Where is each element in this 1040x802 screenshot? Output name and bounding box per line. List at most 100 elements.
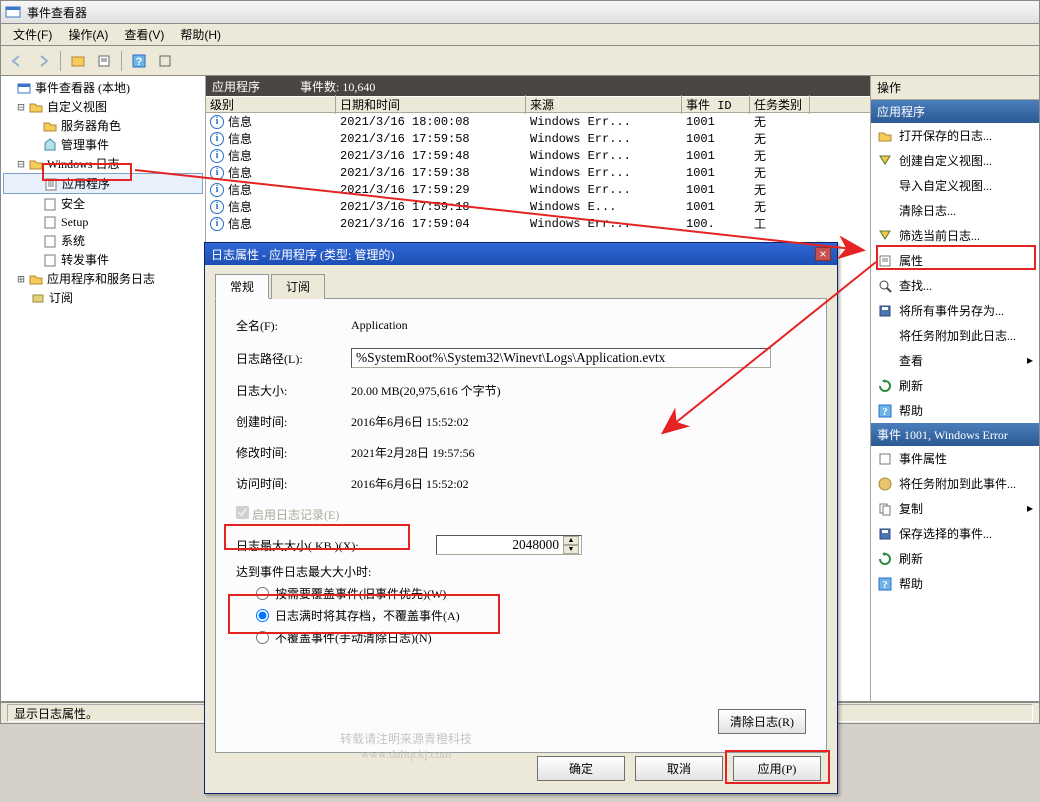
action-view[interactable]: 查看▸ xyxy=(871,348,1039,373)
table-row[interactable]: i信息2021/3/16 17:59:04Windows Err...100.工 xyxy=(206,215,870,232)
max-size-input[interactable]: ▲▼ xyxy=(436,535,582,555)
table-row[interactable]: i信息2021/3/16 17:59:29Windows Err...1001无 xyxy=(206,181,870,198)
max-size-label: 日志最大大小( KB )(X): xyxy=(236,537,436,554)
max-size-field[interactable] xyxy=(437,537,563,553)
action-create-custom[interactable]: 创建自定义视图... xyxy=(871,148,1039,173)
table-row[interactable]: i信息2021/3/16 17:59:38Windows Err...1001无 xyxy=(206,164,870,181)
full-name-label: 全名(F): xyxy=(236,317,351,334)
action-properties[interactable]: 属性 xyxy=(871,248,1039,273)
window-title: 事件查看器 xyxy=(27,4,87,21)
tree-label: 事件查看器 (本地) xyxy=(35,79,130,96)
menu-file[interactable]: 文件(F) xyxy=(5,24,60,45)
actions-section-event: 事件 1001, Windows Error xyxy=(871,423,1039,446)
tree-setup[interactable]: Setup xyxy=(3,213,203,231)
tree-label: 转发事件 xyxy=(61,251,109,268)
tab-subscribe[interactable]: 订阅 xyxy=(271,274,325,299)
accessed-label: 访问时间: xyxy=(236,475,351,492)
table-row[interactable]: i信息2021/3/16 18:00:08Windows Err...1001无 xyxy=(206,113,870,130)
cancel-button[interactable]: 取消 xyxy=(635,756,723,781)
when-max-label: 达到事件日志最大大小时: xyxy=(236,563,806,580)
action-save-selected[interactable]: 保存选择的事件... xyxy=(871,521,1039,546)
tree-system[interactable]: 系统 xyxy=(3,231,203,250)
table-row[interactable]: i信息2021/3/16 17:59:58Windows Err...1001无 xyxy=(206,130,870,147)
dialog-titlebar[interactable]: 日志属性 - 应用程序 (类型: 管理的) × xyxy=(205,243,837,265)
table-row[interactable]: i信息2021/3/16 17:59:48Windows Err...1001无 xyxy=(206,147,870,164)
col-event-id[interactable]: 事件 ID xyxy=(682,95,750,114)
action-copy[interactable]: 复制▸ xyxy=(871,496,1039,521)
action-find[interactable]: 查找... xyxy=(871,273,1039,298)
table-row[interactable]: i信息2021/3/16 17:59:18Windows E...1001无 xyxy=(206,198,870,215)
tree-security[interactable]: 安全 xyxy=(3,194,203,213)
app-icon xyxy=(5,4,21,20)
actions-panel: 操作 应用程序 打开保存的日志... 创建自定义视图... 导入自定义视图...… xyxy=(871,76,1039,701)
menu-help[interactable]: 帮助(H) xyxy=(172,24,229,45)
action-refresh2[interactable]: 刷新 xyxy=(871,546,1039,571)
titlebar: 事件查看器 xyxy=(0,0,1040,24)
col-datetime[interactable]: 日期和时间 xyxy=(336,95,526,114)
menu-view[interactable]: 查看(V) xyxy=(116,24,172,45)
tree-panel[interactable]: 事件查看器 (本地) ⊟自定义视图 服务器角色 管理事件 ⊟Windows 日志… xyxy=(1,76,206,701)
back-button[interactable] xyxy=(5,49,29,73)
menubar: 文件(F) 操作(A) 查看(V) 帮助(H) xyxy=(0,24,1040,46)
log-path-label: 日志路径(L): xyxy=(236,350,351,367)
tree-app-service-logs[interactable]: ⊞应用程序和服务日志 xyxy=(3,269,203,288)
action-save-all[interactable]: 将所有事件另存为... xyxy=(871,298,1039,323)
action-attach-task[interactable]: 将任务附加到此日志... xyxy=(871,323,1039,348)
tree-admin-events[interactable]: 管理事件 xyxy=(3,135,203,154)
radio-overwrite[interactable]: 按需要覆盖事件(旧事件优先)(W) xyxy=(256,585,806,602)
toolbar-btn-1[interactable] xyxy=(66,49,90,73)
tree-custom-views[interactable]: ⊟自定义视图 xyxy=(3,97,203,116)
spin-up-icon[interactable]: ▲ xyxy=(563,536,579,545)
help-button[interactable]: ? xyxy=(127,49,151,73)
log-path-input[interactable] xyxy=(351,348,771,368)
col-level[interactable]: 级别 xyxy=(206,95,336,114)
created-value: 2016年6月6日 15:52:02 xyxy=(351,413,469,430)
forward-button[interactable] xyxy=(31,49,55,73)
apply-button[interactable]: 应用(P) xyxy=(733,756,821,781)
grid-rows[interactable]: i信息2021/3/16 18:00:08Windows Err...1001无… xyxy=(206,113,870,232)
tree-forwarded[interactable]: 转发事件 xyxy=(3,250,203,269)
action-help2[interactable]: ?帮助 xyxy=(871,571,1039,596)
tree-subscriptions[interactable]: 订阅 xyxy=(3,288,203,307)
grid-header[interactable]: 级别 日期和时间 来源 事件 ID 任务类别 xyxy=(206,96,870,113)
enable-logging-label: 启用日志记录(E) xyxy=(252,508,339,522)
radio-archive[interactable]: 日志满时将其存档，不覆盖事件(A) xyxy=(256,607,806,624)
col-category[interactable]: 任务类别 xyxy=(750,95,810,114)
log-size-value: 20.00 MB(20,975,616 个字节) xyxy=(351,382,501,399)
action-import-custom[interactable]: 导入自定义视图... xyxy=(871,173,1039,198)
action-event-props[interactable]: 事件属性 xyxy=(871,446,1039,471)
tree-label: 应用程序和服务日志 xyxy=(47,270,155,287)
radio-no-overwrite[interactable]: 不覆盖事件(手动清除日志)(N) xyxy=(256,629,806,646)
ok-button[interactable]: 确定 xyxy=(537,756,625,781)
tree-windows-logs[interactable]: ⊟Windows 日志 xyxy=(3,154,203,173)
tree-label: 服务器角色 xyxy=(61,117,121,134)
clear-log-button[interactable]: 清除日志(R) xyxy=(718,709,806,734)
toolbar-separator xyxy=(121,51,122,71)
action-refresh[interactable]: 刷新 xyxy=(871,373,1039,398)
action-help[interactable]: ?帮助 xyxy=(871,398,1039,423)
toolbar: ? xyxy=(0,46,1040,76)
svg-text:?: ? xyxy=(882,579,888,591)
tree-label: 系统 xyxy=(61,232,85,249)
col-source[interactable]: 来源 xyxy=(526,95,682,114)
toolbar-btn-4[interactable] xyxy=(153,49,177,73)
tree-label: Setup xyxy=(61,215,88,230)
tree-server-roles[interactable]: 服务器角色 xyxy=(3,116,203,135)
watermark: 转载请注明来源青橙科技 www.daliqckj.com xyxy=(340,730,472,762)
svg-text:?: ? xyxy=(136,56,143,68)
dialog-tabs: 常规 订阅 xyxy=(215,273,827,299)
full-name-value: Application xyxy=(351,318,408,333)
action-filter[interactable]: 筛选当前日志... xyxy=(871,223,1039,248)
modified-value: 2021年2月28日 19:57:56 xyxy=(351,444,475,461)
action-clear-log[interactable]: 清除日志... xyxy=(871,198,1039,223)
close-icon[interactable]: × xyxy=(815,247,831,261)
tab-general[interactable]: 常规 xyxy=(215,274,269,299)
menu-action[interactable]: 操作(A) xyxy=(60,24,116,45)
spin-down-icon[interactable]: ▼ xyxy=(563,545,579,554)
action-attach-task2[interactable]: 将任务附加到此事件... xyxy=(871,471,1039,496)
toolbar-btn-2[interactable] xyxy=(92,49,116,73)
tree-root[interactable]: 事件查看器 (本地) xyxy=(3,78,203,97)
action-open-saved[interactable]: 打开保存的日志... xyxy=(871,123,1039,148)
tree-application[interactable]: 应用程序 xyxy=(3,173,203,194)
list-title: 应用程序 xyxy=(212,78,300,95)
